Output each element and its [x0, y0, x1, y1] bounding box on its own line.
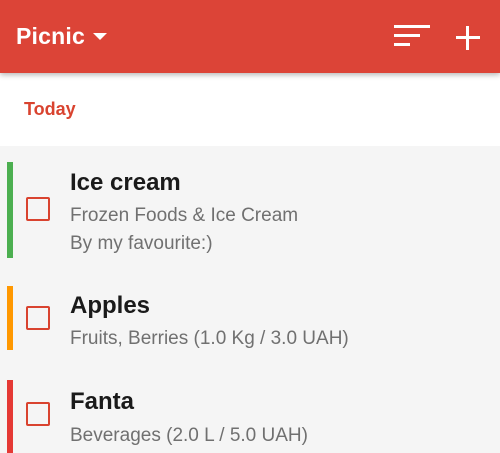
item-name: Fanta [70, 388, 135, 415]
list-title: Picnic [16, 22, 85, 49]
item-name: Ice cream [70, 169, 181, 196]
item-category: Beverages (2.0 L / 5.0 UAH) [70, 425, 308, 446]
plus-icon-vertical [466, 26, 469, 50]
add-item-button[interactable] [452, 22, 484, 54]
section-header: Today [0, 73, 500, 146]
item-checkbox[interactable] [26, 306, 50, 330]
category-color-bar [7, 162, 13, 258]
sort-icon-line-3 [394, 43, 410, 46]
item-name: Apples [70, 292, 151, 319]
item-note: By my favourite:) [70, 233, 213, 254]
app-bar: Picnic [0, 0, 500, 73]
category-color-bar [7, 380, 13, 453]
list-item[interactable]: Ice cream Frozen Foods & Ice Cream By my… [0, 146, 500, 258]
caret-down-icon [92, 32, 107, 40]
sort-button[interactable] [392, 22, 432, 50]
item-category: Fruits, Berries (1.0 Kg / 3.0 UAH) [70, 328, 349, 349]
section-label-today: Today [24, 99, 76, 119]
category-color-bar [7, 286, 13, 350]
sort-icon-line-2 [394, 34, 420, 37]
item-checkbox[interactable] [26, 402, 50, 426]
list-selector[interactable]: Picnic [16, 21, 107, 51]
item-category: Frozen Foods & Ice Cream [70, 205, 299, 226]
sort-icon-line-1 [394, 25, 430, 28]
list-item[interactable]: Fanta Beverages (2.0 L / 5.0 UAH) [0, 370, 500, 453]
list-item[interactable]: Apples Fruits, Berries (1.0 Kg / 3.0 UAH… [0, 258, 500, 370]
item-checkbox[interactable] [26, 197, 50, 221]
